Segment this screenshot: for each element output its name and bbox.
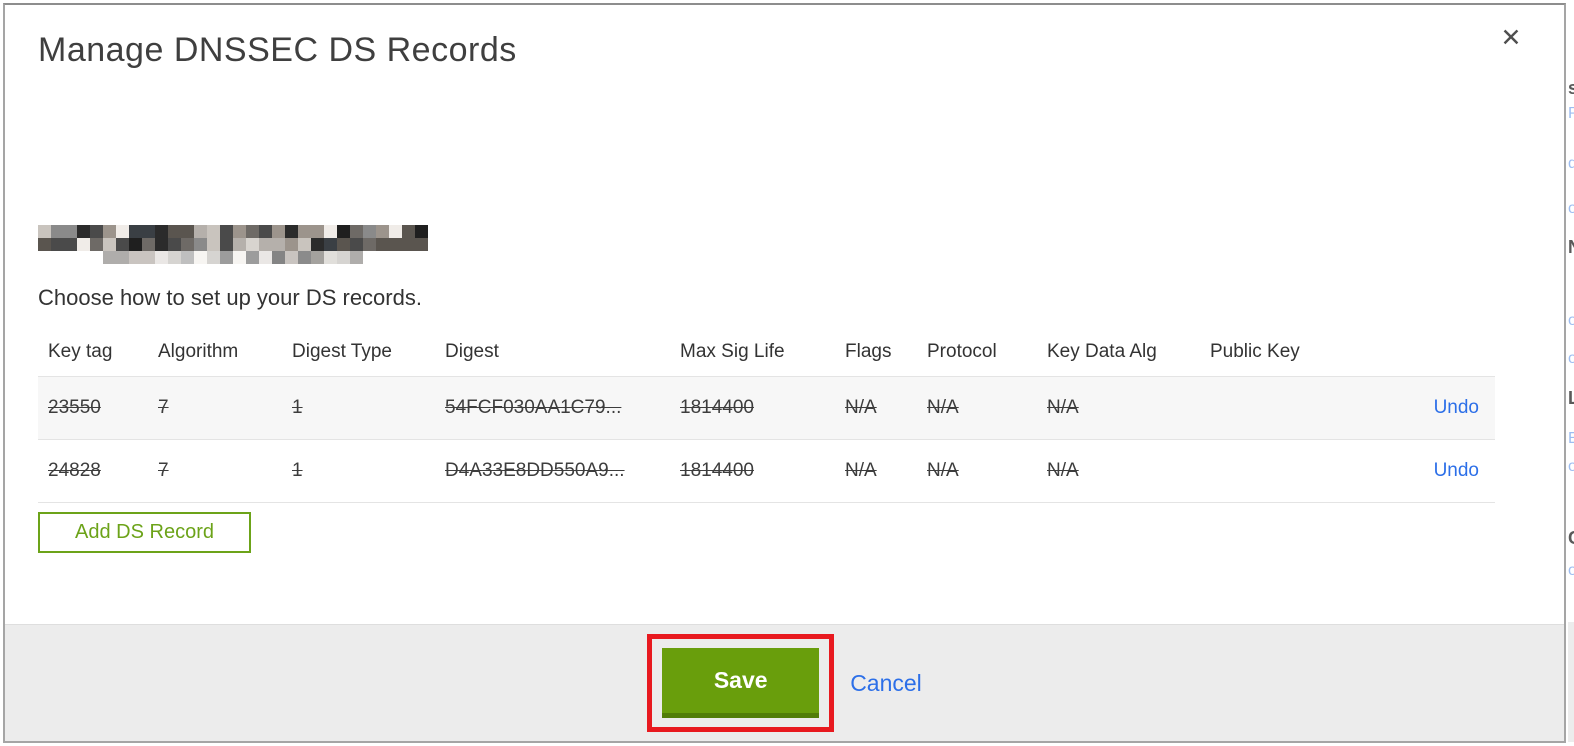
cell-algorithm: 7 [158, 459, 169, 481]
table-row: 24828 7 1 D4A33E8DD550A9... 1814400 N/A … [38, 439, 1495, 502]
cancel-link[interactable]: Cancel [850, 670, 922, 697]
intro-text: Choose how to set up your DS records. [38, 285, 422, 310]
background-text-fragment: o [1568, 458, 1574, 475]
background-text-fragment: E [1568, 430, 1574, 447]
background-text-fragment: d [1568, 155, 1574, 172]
col-header-public-key: Public Key [1210, 340, 1300, 362]
col-header-digest: Digest [445, 340, 499, 362]
undo-link[interactable]: Undo [1434, 460, 1479, 481]
table-header-row: Key tag Algorithm Digest Type Digest Max… [38, 328, 1495, 376]
modal-footer: Save Cancel [5, 624, 1564, 741]
col-header-actions [1360, 328, 1495, 376]
background-text-fragment: o [1568, 312, 1574, 329]
background-text-fragment: P [1568, 105, 1574, 122]
cell-key-data-alg: N/A [1047, 396, 1079, 418]
cell-digest: D4A33E8DD550A9... [445, 459, 625, 481]
cell-key-tag: 24828 [48, 459, 101, 481]
col-header-max-sig-life: Max Sig Life [680, 340, 785, 362]
background-text-fragment: s [1568, 78, 1574, 98]
cell-flags: N/A [845, 459, 877, 481]
col-header-key-data-alg: Key Data Alg [1047, 340, 1157, 362]
background-text-fragment: o [1568, 562, 1574, 579]
screen: Manage DNSSEC DS Records ✕ Choose how to… [0, 0, 1574, 746]
cell-max-sig-life: 1814400 [680, 459, 754, 481]
cell-actions: Undo [1360, 439, 1495, 502]
cell-digest: 54FCF030AA1C79... [445, 396, 622, 418]
col-header-flags: Flags [845, 340, 892, 362]
manage-dnssec-modal: Manage DNSSEC DS Records ✕ Choose how to… [3, 3, 1566, 743]
background-page-sliver: s d N o L o C o E o P o [1568, 0, 1574, 746]
cell-key-tag: 23550 [48, 396, 101, 418]
cell-digest-type: 1 [292, 459, 303, 481]
cell-flags: N/A [845, 396, 877, 418]
page-title: Manage DNSSEC DS Records [38, 31, 517, 69]
cell-actions: Undo [1360, 376, 1495, 439]
cell-public-key [1210, 376, 1360, 439]
add-ds-record-button[interactable]: Add DS Record [38, 512, 251, 553]
cell-digest-type: 1 [292, 396, 303, 418]
background-footer-sliver [1568, 622, 1574, 742]
undo-link[interactable]: Undo [1434, 397, 1479, 418]
col-header-key-tag: Key tag [48, 340, 113, 362]
cell-algorithm: 7 [158, 396, 169, 418]
close-icon[interactable]: ✕ [1494, 21, 1528, 55]
background-text-fragment: o [1568, 350, 1574, 367]
cell-key-data-alg: N/A [1047, 459, 1079, 481]
table-row: 23550 7 1 54FCF030AA1C79... 1814400 N/A … [38, 376, 1495, 439]
background-text-fragment: N [1568, 237, 1574, 258]
cell-protocol: N/A [927, 396, 959, 418]
cell-public-key [1210, 439, 1360, 502]
save-button[interactable]: Save [662, 648, 820, 718]
background-text-fragment: o [1568, 200, 1574, 217]
background-text-fragment: C [1568, 528, 1574, 549]
col-header-algorithm: Algorithm [158, 340, 239, 362]
cell-protocol: N/A [927, 459, 959, 481]
redacted-domain-name [38, 225, 428, 265]
col-header-protocol: Protocol [927, 340, 997, 362]
cell-max-sig-life: 1814400 [680, 396, 754, 418]
ds-records-table: Key tag Algorithm Digest Type Digest Max… [38, 328, 1495, 503]
background-text-fragment: L [1568, 388, 1574, 408]
red-annotation-box: Save [647, 634, 835, 732]
col-header-digest-type: Digest Type [292, 340, 392, 362]
